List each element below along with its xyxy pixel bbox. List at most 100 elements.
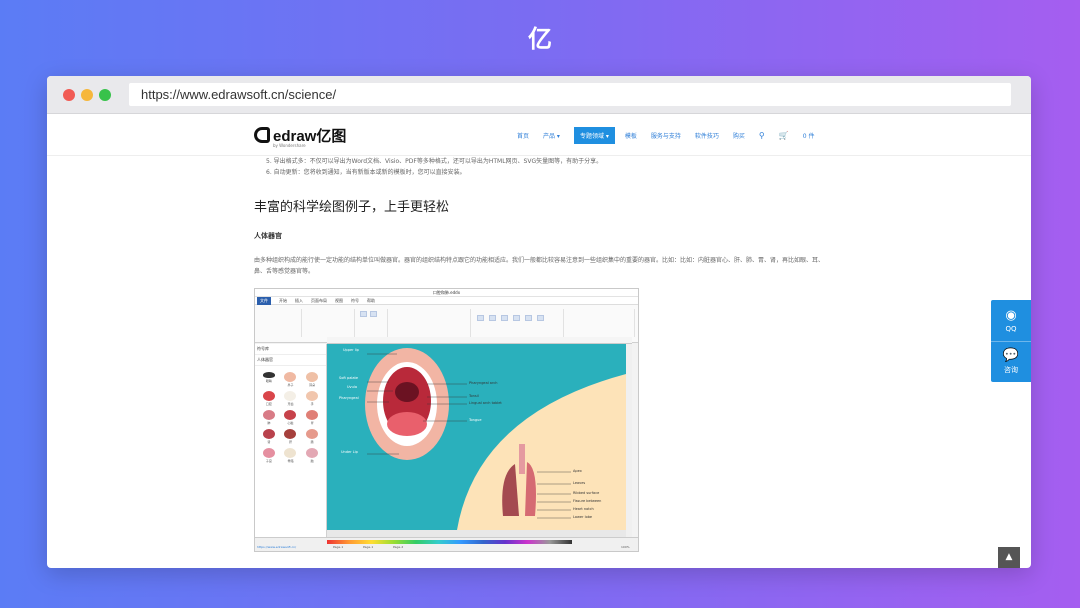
diagram-label[interactable]: Apex <box>573 469 582 473</box>
ear-icon <box>306 372 319 382</box>
organ-symbol[interactable]: 牙齿 <box>281 391 301 407</box>
diagram-label[interactable]: Lingual arch tablet <box>469 401 502 405</box>
organ-symbol[interactable]: 手 <box>302 391 322 407</box>
symbol-library-panel: 符号库 人体器官 眼睛 鼻子 耳朵 口腔 牙齿 手 肺 心脏 胃 肾 肝 肠 子… <box>255 344 327 537</box>
chat-label: 咨询 <box>1004 366 1018 374</box>
ribbon-tab[interactable]: 视图 <box>335 298 343 304</box>
diagram-label[interactable]: Uvula <box>347 385 357 389</box>
chat-bubble-icon: 💬 <box>1002 348 1020 363</box>
address-bar[interactable]: https://www.edrawsoft.cn/science/ <box>129 83 1011 106</box>
ribbon-tab[interactable]: 帮助 <box>367 298 375 304</box>
zoom-level[interactable]: 100% <box>621 545 630 549</box>
ribbon-group-clipboard <box>257 309 302 337</box>
diagram-label[interactable]: Lower lobe <box>573 515 592 519</box>
search-icon[interactable]: ⚲ <box>759 131 765 140</box>
shape-style-icon[interactable] <box>489 315 496 321</box>
ribbon-tab[interactable]: 页面布局 <box>311 298 327 304</box>
organ-symbol[interactable]: 肠 <box>302 429 322 445</box>
ribbon-tab[interactable]: 符号 <box>351 298 359 304</box>
nav-home[interactable]: 首页 <box>517 131 529 140</box>
diagram-label[interactable]: Under Lip <box>341 450 358 454</box>
vertical-scrollbar[interactable] <box>626 344 632 537</box>
shape-style-icon[interactable] <box>537 315 544 321</box>
minimize-window-button[interactable] <box>81 89 93 101</box>
diagram-label[interactable]: Pharyngeal <box>339 396 359 400</box>
status-link[interactable]: https://www.edrawsoft.cn/ <box>257 545 296 549</box>
shape-style-icon[interactable] <box>501 315 508 321</box>
page-tab[interactable]: Page-1 <box>363 545 373 549</box>
ribbon-tab[interactable]: 开始 <box>279 298 287 304</box>
ribbon-tab[interactable]: 插入 <box>295 298 303 304</box>
organ-label: 眼睛 <box>265 379 272 383</box>
organ-symbol[interactable]: 脑 <box>302 448 322 464</box>
chat-contact-button[interactable]: 💬 咨询 <box>991 341 1031 382</box>
diagram-label[interactable]: Pharyngeal arch <box>469 381 497 385</box>
ribbon-tabs: 文件 开始 插入 页面布局 视图 符号 帮助 <box>255 296 638 305</box>
color-palette[interactable] <box>327 540 572 544</box>
diagram-label[interactable]: Upper lip <box>343 348 359 352</box>
qq-icon: ◉ <box>1005 307 1017 323</box>
article-content: 5. 导出格式多：不仅可以导出为Word文档、Visio、PDF等多种格式，还可… <box>254 156 834 277</box>
organ-symbol[interactable]: 肺 <box>259 410 279 426</box>
nav-topics[interactable]: 专题领域 ▾ <box>573 126 615 144</box>
cart-icon[interactable]: 🛒 <box>779 131 789 140</box>
horizontal-ruler <box>327 337 632 344</box>
organ-label: 牙齿 <box>287 402 294 406</box>
organ-label: 子宫 <box>265 459 272 463</box>
tooth-icon <box>284 391 297 401</box>
organ-symbol[interactable]: 鼻子 <box>281 372 301 388</box>
brand-logo-mark: 亿 <box>528 24 552 53</box>
shape-style-icon[interactable] <box>477 315 484 321</box>
brand-subtitle: by Wondershare <box>273 143 306 148</box>
drawing-canvas[interactable]: Upper lip Soft palate Uvula Pharyngeal P… <box>327 337 632 537</box>
select-tool-icon[interactable] <box>360 311 367 317</box>
diagram-label[interactable]: Heart notch <box>573 507 594 511</box>
section-title: 丰富的科学绘图例子，上手更轻松 <box>254 200 450 215</box>
organ-label: 胃 <box>310 421 314 425</box>
nav-buy[interactable]: 购买 <box>733 131 745 140</box>
nav-templates[interactable]: 模板 <box>625 131 637 140</box>
page-tab[interactable]: Page-1 <box>333 545 343 549</box>
diagram-label[interactable]: Fissure between <box>573 499 601 503</box>
close-window-button[interactable] <box>63 89 75 101</box>
organ-symbol-grid: 眼睛 鼻子 耳朵 口腔 牙齿 手 肺 心脏 胃 肾 肝 肠 子宫 骨骼 脑 <box>255 366 326 470</box>
liver-icon <box>284 429 297 439</box>
diagram-label[interactable]: Tongue <box>469 418 482 422</box>
qq-contact-button[interactable]: ◉ QQ <box>991 300 1031 341</box>
contact-sidebar: ◉ QQ 💬 咨询 <box>991 300 1031 382</box>
library-category[interactable]: 人体器官 <box>255 355 326 366</box>
organ-symbol[interactable]: 胃 <box>302 410 322 426</box>
organ-symbol[interactable]: 肾 <box>259 429 279 445</box>
cart-count[interactable]: 0 件 <box>803 131 815 140</box>
organ-symbol[interactable]: 眼睛 <box>259 372 279 388</box>
brain-icon <box>306 448 319 458</box>
diagram-label[interactable]: Ribbed surface <box>573 491 599 495</box>
site-logo[interactable]: edraw亿图 <box>254 126 346 145</box>
status-bar: https://www.edrawsoft.cn/ Page-1 Page-1 … <box>255 537 638 551</box>
organ-label: 口腔 <box>265 402 272 406</box>
diagram-label[interactable]: Soft palate <box>339 376 358 380</box>
shape-style-icon[interactable] <box>513 315 520 321</box>
nav-products[interactable]: 产品 ▾ <box>543 131 560 140</box>
nav-support[interactable]: 服务与支持 <box>651 131 681 140</box>
ribbon-tab[interactable]: 文件 <box>257 296 271 305</box>
organ-symbol[interactable]: 骨骼 <box>281 448 301 464</box>
mouth-icon <box>262 391 275 401</box>
nav-tips[interactable]: 软件技巧 <box>695 131 719 140</box>
diagram-label[interactable]: Tonsil <box>469 394 479 398</box>
organ-symbol[interactable]: 子宫 <box>259 448 279 464</box>
diagram-page[interactable]: Upper lip Soft palate Uvula Pharyngeal P… <box>327 344 626 530</box>
page-tab[interactable]: Page-2 <box>393 545 403 549</box>
organ-symbol[interactable]: 耳朵 <box>302 372 322 388</box>
maximize-window-button[interactable] <box>99 89 111 101</box>
diagram-label[interactable]: Leaves <box>573 481 585 485</box>
back-to-top-button[interactable]: ▲ <box>998 547 1020 568</box>
ribbon-group-arrange <box>567 309 635 337</box>
organ-symbol[interactable]: 肝 <box>281 429 301 445</box>
shape-style-icon[interactable] <box>525 315 532 321</box>
organ-symbol[interactable]: 心脏 <box>281 410 301 426</box>
organ-label: 耳朵 <box>309 383 316 387</box>
eye-icon <box>262 372 275 378</box>
text-tool-icon[interactable] <box>370 311 377 317</box>
organ-symbol[interactable]: 口腔 <box>259 391 279 407</box>
